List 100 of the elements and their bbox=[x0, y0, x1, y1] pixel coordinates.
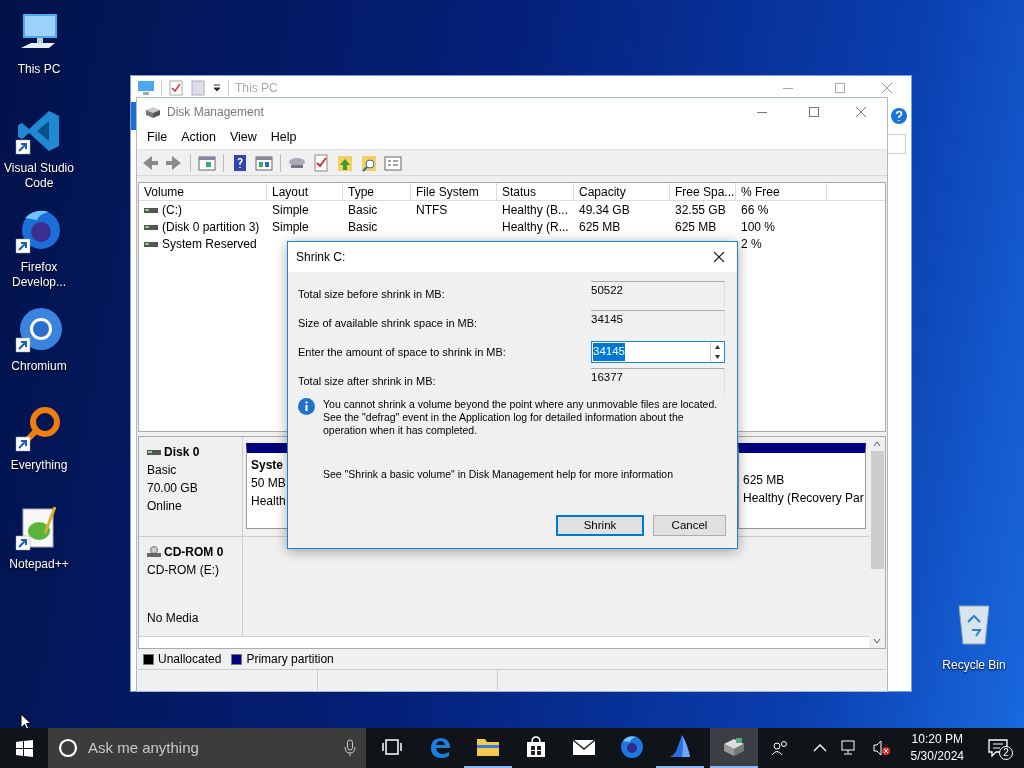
cursor-icon bbox=[20, 713, 32, 731]
menu-item[interactable]: Help bbox=[263, 128, 304, 147]
cd-drive-icon bbox=[147, 546, 161, 558]
minimize-icon[interactable] bbox=[757, 111, 767, 113]
checklist-icon[interactable] bbox=[168, 80, 184, 96]
desktop-icon-label[interactable]: Visual Studio Code bbox=[1, 161, 77, 191]
info-text: You cannot shrink a volume beyond the point where any unmovable files are located. See the "defrag" event in the Application log for detailed information about the operation when it has completed. bbox=[323, 398, 719, 437]
disk-status: No Media bbox=[147, 610, 200, 627]
menu-item[interactable]: View bbox=[222, 128, 264, 147]
help-text: See "Shrink a basic volume" in Disk Management help for more information bbox=[323, 467, 675, 482]
table-cell-text: (Disk 0 partition 3) bbox=[162, 218, 260, 236]
disk-size: 70.00 GB bbox=[147, 480, 199, 497]
column-header[interactable]: Status bbox=[497, 183, 574, 200]
clock-time[interactable]: 10:20 PM bbox=[911, 731, 963, 748]
table-cell-text: 625 MB bbox=[579, 218, 621, 236]
table-cell-text: Basic bbox=[348, 201, 378, 219]
partition-block[interactable]: 625 MB Healthy (Recovery Par bbox=[738, 443, 866, 529]
spin-field[interactable]: 34145 bbox=[591, 341, 725, 363]
close-icon[interactable] bbox=[713, 251, 725, 263]
partition-size: 625 MB bbox=[743, 472, 786, 489]
disk-name: CD-ROM 0 bbox=[164, 544, 224, 561]
desktop-icon-label[interactable]: This PC bbox=[1, 62, 77, 77]
microphone-icon[interactable] bbox=[344, 739, 356, 757]
desktop-icon-label[interactable]: Notepad++ bbox=[1, 557, 77, 572]
table-cell-text: Simple bbox=[272, 218, 309, 236]
table-cell-text: 100 % bbox=[741, 218, 776, 236]
disk-name: Disk 0 bbox=[164, 444, 200, 461]
menu-item[interactable]: Action bbox=[174, 128, 223, 147]
field-label: Total size after shrink in MB: bbox=[298, 373, 437, 389]
clock-date[interactable]: 5/30/2024 bbox=[910, 748, 964, 765]
column-header[interactable]: Layout bbox=[267, 183, 343, 200]
search-box[interactable]: Ask me anything bbox=[48, 728, 366, 768]
speaker-muted-icon[interactable] bbox=[872, 740, 891, 756]
table-cell-text: 625 MB bbox=[675, 218, 717, 236]
desktop-icon-label[interactable]: Chromium bbox=[1, 359, 77, 374]
chevron-up-icon[interactable] bbox=[812, 743, 827, 753]
disk-type: Basic bbox=[147, 462, 178, 479]
desktop-icon-label[interactable]: Everything bbox=[1, 458, 77, 473]
disk-drive-icon bbox=[722, 736, 746, 758]
field-label: Size of available shrink space in MB: bbox=[298, 315, 479, 331]
partition-name: Syste bbox=[251, 457, 284, 474]
table-cell-text: 49.34 GB bbox=[579, 201, 630, 219]
search-field[interactable]: Ask me anything bbox=[88, 736, 334, 760]
disk-drive-icon bbox=[145, 105, 161, 119]
legend-label: Primary partition bbox=[246, 651, 334, 668]
envelope-icon bbox=[572, 738, 596, 756]
dialog-title: Shrink C: bbox=[296, 249, 347, 266]
taskbar-button[interactable] bbox=[710, 728, 758, 768]
maximize-icon[interactable] bbox=[809, 107, 819, 117]
cortana-circle-icon bbox=[58, 738, 78, 758]
edge-logo-icon bbox=[428, 735, 452, 759]
task-view-icon bbox=[382, 738, 402, 756]
shopping-bag-icon bbox=[525, 736, 547, 758]
folder-icon bbox=[476, 736, 500, 758]
dialog-button[interactable]: Cancel bbox=[653, 515, 726, 536]
info-icon bbox=[298, 398, 315, 415]
notification-count: 2 bbox=[999, 746, 1013, 760]
disk-type: CD-ROM (E:) bbox=[147, 562, 220, 579]
window-title: This PC bbox=[235, 80, 278, 97]
desktop-icon-label[interactable]: Recycle Bin bbox=[942, 656, 1006, 674]
table-cell-text: Basic bbox=[348, 218, 378, 236]
partition-size: 50 MB bbox=[251, 475, 284, 492]
table-cell-text: Simple bbox=[272, 201, 309, 219]
computer-icon bbox=[137, 80, 155, 96]
table-cell-text: System Reserved bbox=[162, 235, 257, 253]
table-cell-text: 66 % bbox=[741, 201, 769, 219]
field-value: 16377 bbox=[591, 370, 623, 385]
legend-label: Unallocated bbox=[158, 651, 222, 668]
scrollbar[interactable] bbox=[869, 437, 885, 648]
partition-status: Health bbox=[251, 493, 284, 510]
column-header[interactable]: Volume bbox=[139, 183, 267, 200]
table-cell-text: 2 % bbox=[741, 235, 762, 253]
browser-logo-icon bbox=[619, 734, 645, 760]
column-header[interactable]: Free Spa... bbox=[670, 183, 736, 200]
column-header[interactable]: File System bbox=[411, 183, 497, 200]
column-header[interactable]: % Free bbox=[736, 183, 827, 200]
dialog-button[interactable]: Shrink bbox=[556, 515, 644, 536]
checklist-icon[interactable] bbox=[311, 152, 331, 173]
field-label: Total size before shrink in MB: bbox=[298, 286, 446, 302]
column-header[interactable]: Type bbox=[343, 183, 411, 200]
field-value: 50522 bbox=[591, 283, 623, 298]
table-cell-text: Healthy (R... bbox=[502, 218, 569, 236]
people-icon[interactable] bbox=[770, 740, 789, 756]
sail-icon bbox=[668, 734, 692, 760]
field-label: Enter the amount of space to shrink in MB: bbox=[298, 344, 507, 360]
column-header[interactable]: Capacity bbox=[574, 183, 670, 200]
table-cell-text: 32.55 GB bbox=[675, 201, 726, 219]
table-cell-text: (C:) bbox=[162, 201, 182, 219]
menu-item[interactable]: File bbox=[140, 128, 175, 147]
partition-block[interactable]: Syste 50 MB Health bbox=[246, 443, 288, 529]
field-value: 34145 bbox=[591, 312, 623, 327]
dropdown-caret-icon[interactable] bbox=[212, 83, 222, 93]
field-value: 34145 bbox=[593, 343, 625, 361]
windows-logo-icon bbox=[15, 739, 33, 757]
table-cell-text: NTFS bbox=[416, 201, 448, 219]
help-icon[interactable] bbox=[891, 108, 907, 124]
window-title: Disk Management bbox=[167, 104, 264, 121]
desktop-icon-label[interactable]: Firefox Develop... bbox=[1, 260, 77, 290]
action-center-icon[interactable] bbox=[988, 738, 1008, 758]
scroll-thumb[interactable] bbox=[870, 451, 884, 569]
